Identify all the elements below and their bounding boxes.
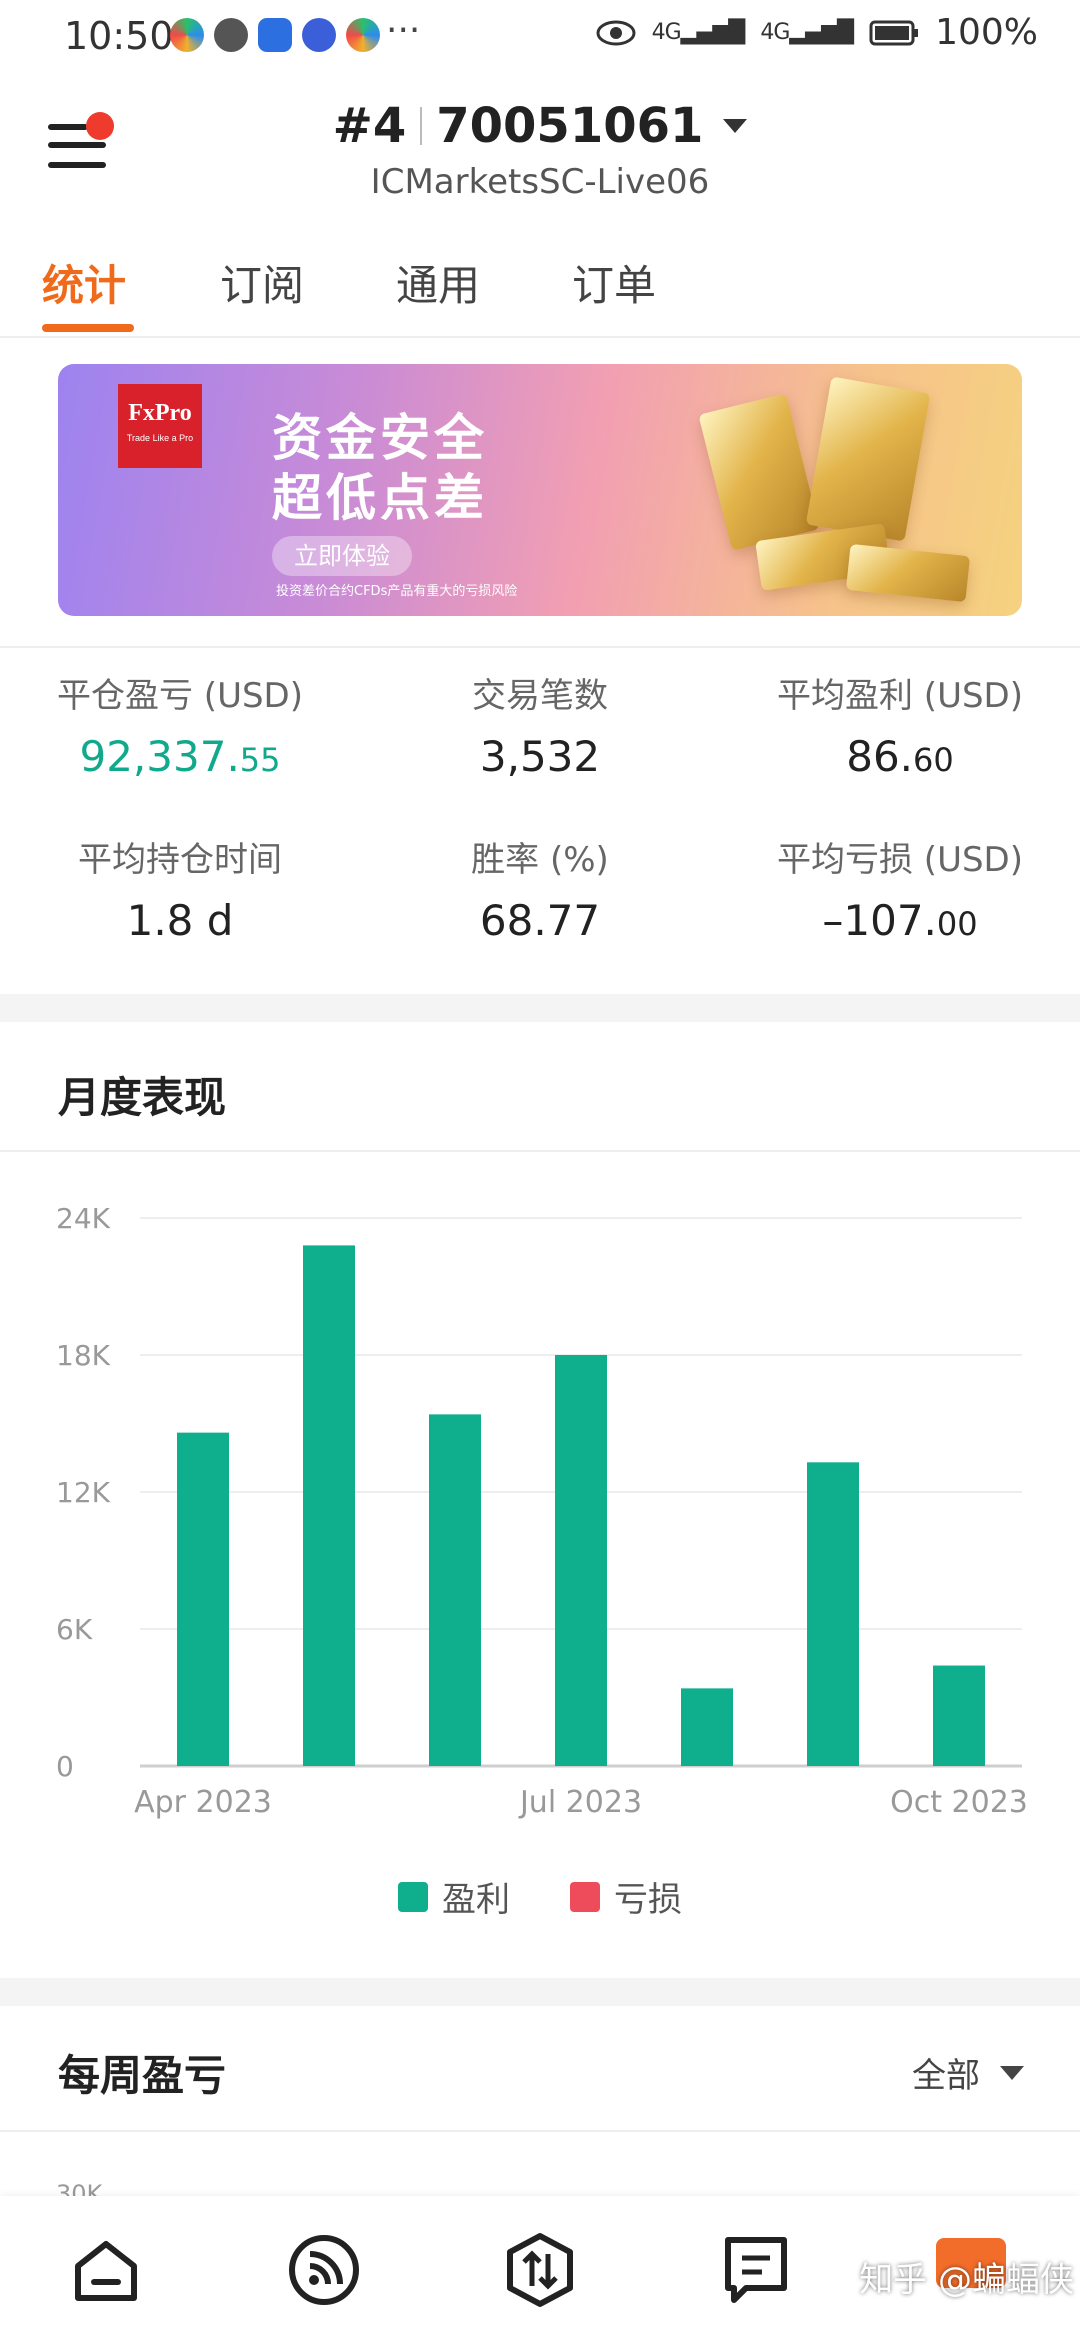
- legend-loss-swatch: [570, 1881, 600, 1912]
- avg-profit-label: 平均盈利 (USD): [777, 676, 1023, 716]
- section-separator: [0, 994, 1080, 1022]
- avg-loss-int: –107.: [822, 896, 937, 945]
- account-selector[interactable]: #4 70051061: [0, 98, 1080, 154]
- trades-value: 3,532: [479, 732, 601, 781]
- y-tick-label: 18K: [56, 1339, 111, 1372]
- notification-icons: [170, 18, 380, 52]
- legend-profit-swatch: [398, 1881, 428, 1912]
- y-tick-label: 12K: [56, 1476, 111, 1509]
- bar-may-2023[interactable]: [303, 1245, 355, 1766]
- avg-hold-value: 1.8 d: [126, 896, 234, 945]
- win-rate-value: 68.77: [479, 896, 601, 945]
- monthly-title: 月度表现: [58, 1073, 227, 1122]
- weekly-title: 每周盈亏: [58, 2051, 227, 2100]
- closed-pnl-label: 平仓盈亏 (USD): [57, 676, 303, 716]
- banner-cta-button[interactable]: 立即体验: [272, 536, 412, 576]
- weekly-filter-dropdown[interactable]: 全部: [912, 2048, 1024, 2097]
- legend-loss[interactable]: 亏损: [570, 1872, 682, 1921]
- feed-icon[interactable]: [284, 2230, 364, 2310]
- wechat-icon: [214, 18, 248, 52]
- more-notifications-icon: ···: [386, 10, 421, 51]
- gold-bar: [845, 543, 971, 603]
- watermark: 知乎 @蝙蝠侠: [859, 2260, 1074, 2300]
- avg-profit-value: 86.60: [750, 732, 1050, 781]
- bar-jun-2023[interactable]: [429, 1414, 481, 1766]
- logo-tagline: Trade Like a Pro: [126, 433, 194, 443]
- avg-hold-label: 平均持仓时间: [78, 840, 282, 880]
- section-separator: [0, 1978, 1080, 2006]
- legend-profit[interactable]: 盈利: [398, 1872, 510, 1921]
- app-notification-icon: [346, 18, 380, 52]
- chat-icon[interactable]: [716, 2230, 796, 2310]
- closed-pnl-value: 92,337.55: [30, 732, 330, 781]
- bar-oct-2023[interactable]: [933, 1665, 985, 1766]
- signal-icon: 4G▂▄▆█: [760, 20, 854, 45]
- chart-legend: 盈利 亏损: [0, 1872, 1080, 1921]
- y-tick-label: 6K: [56, 1613, 93, 1646]
- y-tick-label: 24K: [56, 1202, 111, 1235]
- status-right: 4G▂▄▆█ 4G▂▄▆█ 100%: [596, 12, 1038, 53]
- legend-profit-label: 盈利: [442, 1880, 510, 1920]
- bar-sep-2023[interactable]: [807, 1462, 859, 1766]
- eye-icon: [596, 20, 636, 45]
- app-notification-icon: [170, 18, 204, 52]
- tab-statistics[interactable]: 统计: [42, 252, 126, 313]
- fxpro-logo: FxPro Trade Like a Pro: [118, 384, 202, 468]
- divider: [0, 646, 1080, 648]
- x-tick-label: Jul 2023: [518, 1785, 642, 1820]
- promo-banner[interactable]: [58, 364, 1022, 616]
- y-tick-label: 0: [56, 1750, 74, 1783]
- baidu-icon: [302, 18, 336, 52]
- account-number: 70051061: [436, 98, 704, 154]
- tab-general[interactable]: 通用: [396, 252, 480, 313]
- trade-icon[interactable]: [500, 2230, 580, 2310]
- win-rate-label: 胜率 (%): [471, 840, 609, 880]
- tab-bar: 统计 订阅 通用 订单: [0, 240, 1080, 338]
- legend-loss-label: 亏损: [614, 1880, 682, 1920]
- closed-pnl-int: 92,337.: [79, 732, 240, 781]
- avg-loss-value: –107.00: [750, 896, 1050, 945]
- tab-orders[interactable]: 订单: [572, 252, 656, 313]
- x-tick-label: Apr 2023: [134, 1785, 272, 1820]
- avg-profit-dec: 60: [913, 741, 954, 779]
- gold-bar: [805, 376, 931, 542]
- banner-disclaimer: 投资差价合约CFDs产品有重大的亏损风险: [276, 584, 518, 599]
- caret-down-icon: [1000, 2065, 1024, 2080]
- account-index: #4: [332, 98, 407, 154]
- active-tab-indicator: [42, 324, 134, 332]
- banner-headline-2: 超低点差: [272, 469, 488, 527]
- weekly-filter-value: 全部: [912, 2056, 980, 2096]
- signal-icon: 4G▂▄▆█: [651, 20, 746, 45]
- monthly-chart: 0 6K 12K 18K 24K Apr 2023 Jul 2023 Oct 2023: [56, 1202, 1028, 1820]
- divider: [0, 1150, 1080, 1152]
- battery-percent: 100%: [935, 12, 1038, 53]
- autohome-icon: [258, 18, 292, 52]
- battery-icon: [869, 20, 919, 45]
- logo-brand: FxPro: [128, 400, 192, 426]
- home-icon[interactable]: [66, 2230, 146, 2310]
- avg-loss-label: 平均亏损 (USD): [777, 840, 1023, 880]
- divider: [0, 2130, 1080, 2132]
- caret-down-icon: [723, 119, 748, 133]
- separator: [420, 107, 423, 145]
- closed-pnl-dec: 55: [239, 741, 281, 779]
- bar-jul-2023[interactable]: [555, 1355, 607, 1766]
- x-tick-label: Oct 2023: [890, 1785, 1028, 1820]
- bar-aug-2023[interactable]: [681, 1688, 733, 1766]
- trades-label: 交易笔数: [472, 676, 608, 716]
- status-time: 10:50: [64, 14, 174, 58]
- status-bar: 10:50 ··· 4G▂▄▆█ 4G▂▄▆█ 100%: [0, 0, 1080, 80]
- server-name: ICMarketsSC-Live06: [370, 162, 710, 202]
- tab-subscribe[interactable]: 订阅: [220, 252, 304, 313]
- avg-profit-int: 86.: [846, 732, 914, 781]
- avg-loss-dec: 00: [936, 905, 978, 943]
- bar-apr-2023[interactable]: [177, 1432, 229, 1766]
- gold-bar: [698, 393, 820, 551]
